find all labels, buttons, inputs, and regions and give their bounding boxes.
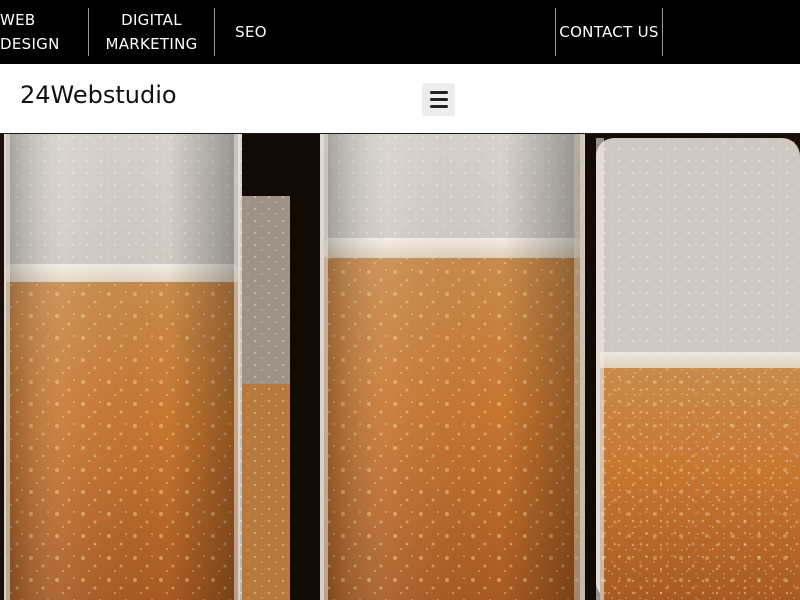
top-navigation-bar: WEB DESIGN DIGITAL MARKETING SEO CONTACT… [0,0,800,64]
hero-image [0,134,800,600]
hamburger-menu-icon[interactable] [422,83,455,116]
nav-link-web-design[interactable]: WEB DESIGN [0,0,88,64]
nav-link-contact-us[interactable]: CONTACT US [556,0,662,64]
nav-link-seo[interactable]: SEO [216,0,286,64]
nav-divider [662,8,663,56]
nav-divider [214,8,215,56]
nav-link-digital-marketing[interactable]: DIGITAL MARKETING [89,0,214,64]
site-header: 24Webstudio [0,64,800,134]
beer-glasses-illustration [0,134,800,600]
brand-logo-text[interactable]: 24Webstudio [20,81,177,109]
